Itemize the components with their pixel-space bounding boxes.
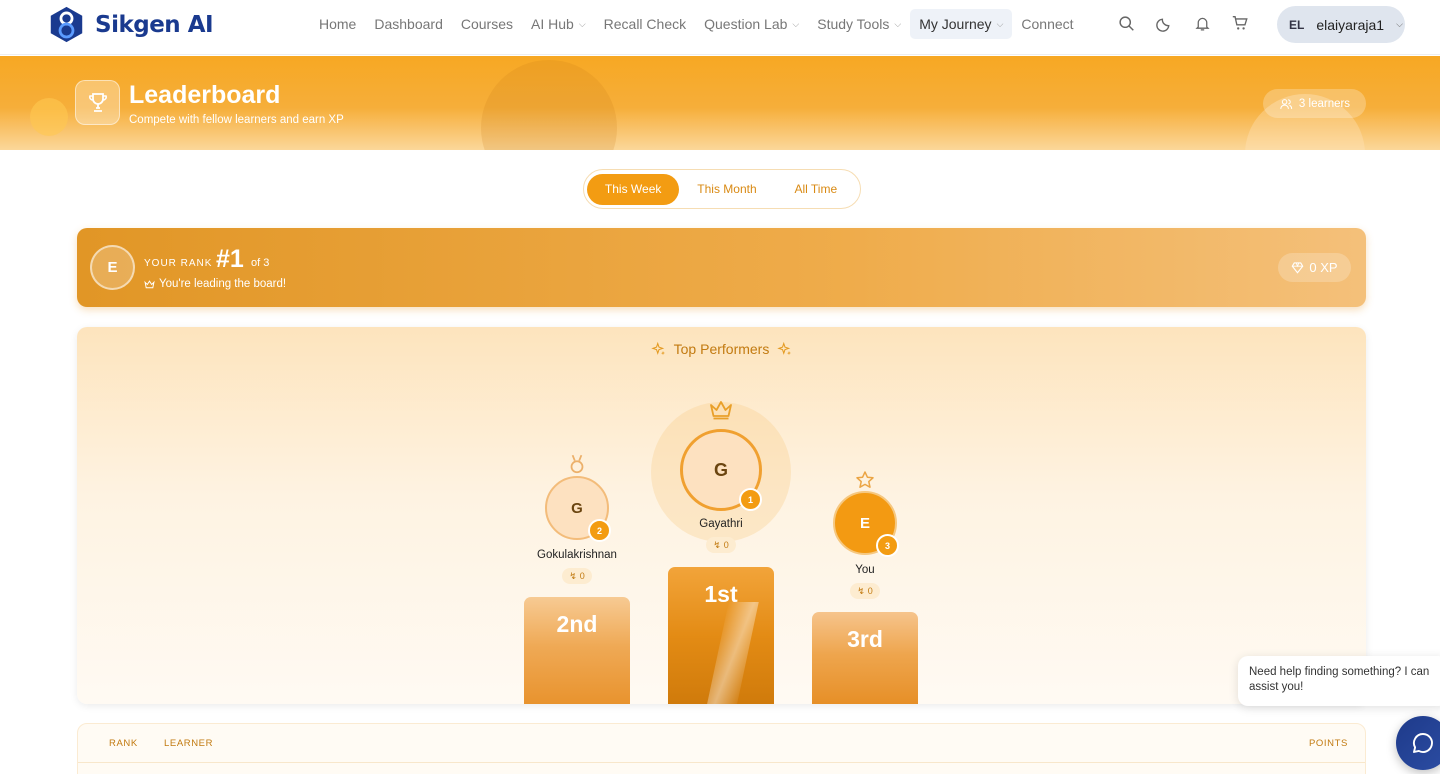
podium-xp-value-2: 0 — [579, 571, 585, 581]
page-title: Leaderboard — [129, 81, 281, 109]
table-divider — [78, 762, 1365, 763]
podium-name-3: You — [855, 564, 875, 576]
podium-xp-value-3: 0 — [867, 586, 873, 596]
bolt-icon: ↯ — [713, 539, 721, 550]
podium-xp-2: ↯ 0 — [562, 568, 592, 584]
column-header-rank: RANK — [109, 738, 138, 749]
nav-icon-group — [1116, 13, 1250, 33]
xp-value: 0 XP — [1309, 260, 1338, 275]
tab-this-week[interactable]: This Week — [587, 173, 680, 205]
nav-home[interactable]: Home — [310, 9, 365, 39]
top-performers-label: Top Performers — [673, 341, 770, 357]
search-icon[interactable] — [1116, 13, 1136, 33]
logo-mark-icon — [50, 6, 83, 43]
nav-connect[interactable]: Connect — [1012, 9, 1082, 39]
decorative-circle — [30, 98, 68, 136]
page-subtitle: Compete with fellow learners and earn XP — [129, 114, 344, 126]
rank-label: YOUR RANK — [144, 258, 213, 269]
sparkles-icon — [650, 341, 665, 355]
learners-count: 3 learners — [1298, 97, 1351, 110]
chevron-down-icon: ⌵ — [1396, 19, 1403, 29]
nav-recall-check[interactable]: Recall Check — [595, 9, 695, 39]
chevron-down-icon: ⌵ — [578, 18, 586, 29]
pedestal-label-2nd: 2nd — [556, 611, 598, 637]
user-initials: EL — [1289, 17, 1305, 32]
rank-badge-1: 1 — [739, 488, 762, 511]
nav-connect-label: Connect — [1021, 16, 1074, 32]
chevron-down-icon: ⌵ — [894, 18, 902, 29]
chevron-down-icon: ⌵ — [792, 18, 800, 29]
nav-study-tools[interactable]: Study Tools ⌵ — [808, 9, 910, 39]
nav-my-journey-label: My Journey — [919, 16, 992, 32]
moon-icon[interactable] — [1154, 13, 1174, 33]
learners-count-badge: 3 learners — [1263, 89, 1366, 118]
nav-courses-label: Courses — [460, 16, 513, 32]
leaderboard-table: RANK LEARNER POINTS — [77, 723, 1366, 774]
pedestal-label-3rd: 3rd — [847, 626, 883, 652]
trophy-icon — [75, 80, 120, 125]
nav-dashboard-label: Dashboard — [374, 16, 443, 32]
crown-icon — [144, 279, 155, 288]
brand-logo[interactable]: Sikgen AI — [48, 6, 214, 43]
top-performers-title: Top Performers — [77, 341, 1366, 357]
nav-question-lab[interactable]: Question Lab ⌵ — [695, 9, 808, 39]
top-navbar: Sikgen AI Home Dashboard Courses AI Hub ⌵… — [0, 0, 1440, 55]
tab-all-time[interactable]: All Time — [775, 174, 857, 205]
nav-ai-hub-label: AI Hub — [531, 16, 574, 32]
rank-badge-3: 3 — [876, 534, 899, 557]
chat-launcher-button[interactable] — [1396, 716, 1440, 770]
nav-dashboard[interactable]: Dashboard — [365, 9, 452, 39]
gem-icon — [1292, 262, 1304, 274]
period-tabs: This Week This Month All Time — [583, 169, 861, 209]
sparkles-icon — [777, 341, 792, 355]
pedestal-1st: 1st — [668, 567, 774, 704]
rank-message: You're leading the board! — [144, 278, 286, 290]
decorative-circle — [481, 60, 617, 150]
nav-my-journey[interactable]: My Journey ⌵ — [910, 9, 1013, 39]
nav-home-label: Home — [319, 16, 357, 32]
podium-xp-1: ↯ 0 — [706, 537, 736, 553]
rank-badge-2: 2 — [588, 519, 611, 542]
nav-courses[interactable]: Courses — [452, 9, 522, 39]
users-icon — [1280, 98, 1293, 109]
rank-message-text: You're leading the board! — [159, 278, 287, 290]
podium-name-1: Gayathri — [699, 518, 743, 530]
rank-total: of 3 — [251, 257, 270, 269]
podium-name-2: Gokulakrishnan — [537, 549, 617, 561]
your-rank-card: E YOUR RANK #1 of 3 You're leading the b… — [77, 228, 1366, 307]
chat-icon — [1413, 733, 1433, 753]
chat-help-bubble[interactable]: Need help finding something? I can assis… — [1238, 656, 1440, 706]
leaderboard-hero: Leaderboard Compete with fellow learners… — [0, 56, 1440, 150]
column-header-points: POINTS — [1309, 738, 1348, 749]
user-menu[interactable]: EL elaiyaraja1 ⌵ — [1277, 6, 1405, 43]
podium-xp-value-1: 0 — [723, 540, 729, 550]
user-name: elaiyaraja1 — [1316, 16, 1385, 33]
nav-study-tools-label: Study Tools — [817, 16, 890, 32]
star-icon — [856, 471, 874, 488]
tab-this-month[interactable]: This Month — [679, 174, 774, 205]
pedestal-2nd: 2nd — [524, 597, 630, 704]
avatar: E — [90, 245, 135, 290]
nav-recall-check-label: Recall Check — [603, 16, 687, 32]
nav-question-lab-label: Question Lab — [704, 16, 788, 32]
column-header-learner: LEARNER — [164, 738, 214, 749]
rank-value: #1 — [216, 245, 244, 273]
bell-icon[interactable] — [1192, 13, 1212, 33]
xp-badge: 0 XP — [1278, 253, 1351, 282]
nav-links: Home Dashboard Courses AI Hub ⌵ Recall Ch… — [310, 9, 1083, 39]
brand-name: Sikgen AI — [95, 11, 214, 38]
top-performers-card: Top Performers G 2 Gokulakrishnan ↯ 0 G 1… — [77, 327, 1366, 704]
medal-icon — [570, 454, 584, 474]
bolt-icon: ↯ — [857, 585, 865, 596]
crown-icon — [710, 401, 732, 420]
cart-icon[interactable] — [1230, 13, 1250, 33]
bolt-icon: ↯ — [569, 570, 577, 581]
pedestal-3rd: 3rd — [812, 612, 918, 704]
podium-xp-3: ↯ 0 — [850, 583, 880, 599]
nav-ai-hub[interactable]: AI Hub ⌵ — [522, 9, 595, 39]
chevron-down-icon: ⌵ — [996, 18, 1004, 29]
